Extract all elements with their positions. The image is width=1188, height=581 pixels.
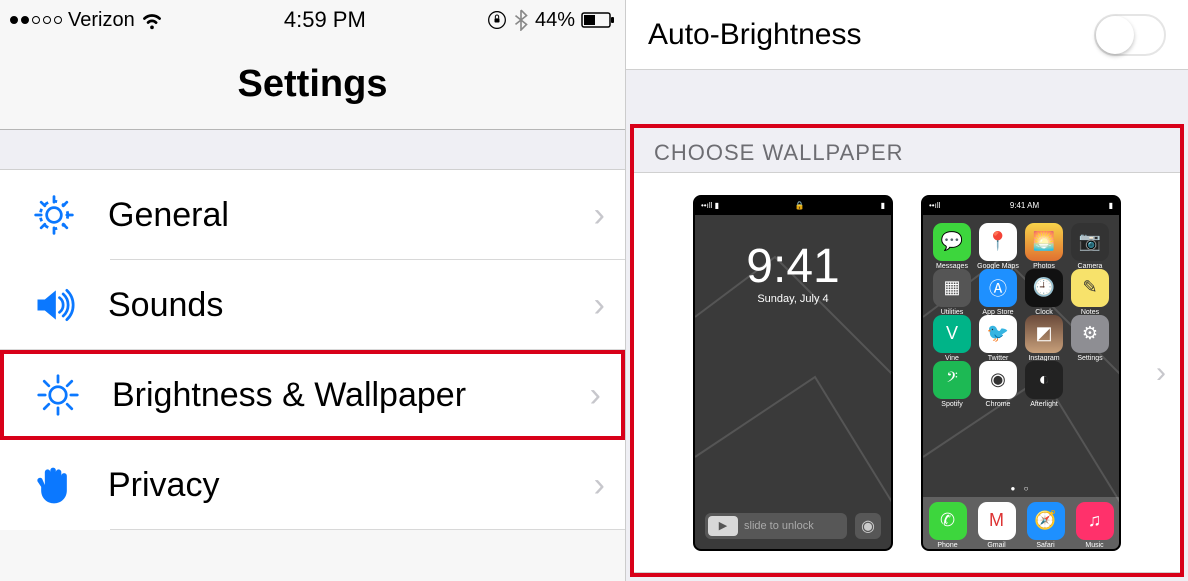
app-vine: VVine: [933, 315, 971, 353]
app-clock: 🕘Clock: [1025, 269, 1063, 307]
row-label: Sounds: [78, 286, 594, 325]
auto-brightness-label: Auto-Brightness: [648, 18, 861, 52]
settings-header: Settings: [0, 40, 625, 130]
lock-icon: 🔒: [795, 201, 805, 210]
bluetooth-icon: [513, 9, 529, 31]
wallpaper-previews[interactable]: ••ıll ▮🔒▮ 9:41 Sunday, July 4 ▶ slide to…: [634, 172, 1180, 573]
app-spotify: 𝄢Spotify: [933, 361, 971, 399]
app-chrome: ◉Chrome: [979, 361, 1017, 399]
chevron-right-icon: ›: [590, 376, 601, 415]
gear-icon: [30, 191, 78, 239]
row-label: Privacy: [78, 466, 594, 505]
app-camera: 📷Camera: [1071, 223, 1109, 261]
row-brightness-wallpaper[interactable]: Brightness & Wallpaper ›: [0, 350, 625, 440]
settings-screen: Verizon 4:59 PM 44% Settings: [0, 0, 626, 581]
signal-dots-icon: [10, 16, 62, 24]
app-safari: 🧭Safari: [1027, 502, 1065, 540]
status-bar: Verizon 4:59 PM 44%: [0, 0, 625, 40]
carrier-label: Verizon: [68, 9, 135, 32]
row-privacy[interactable]: Privacy ›: [0, 440, 625, 530]
lock-screen-preview[interactable]: ••ıll ▮🔒▮ 9:41 Sunday, July 4 ▶ slide to…: [693, 195, 893, 551]
app-google-maps: 📍Google Maps: [979, 223, 1017, 261]
chevron-right-icon: ›: [594, 196, 605, 235]
app-appstore: ⒶApp Store: [979, 269, 1017, 307]
brightness-icon: [34, 371, 82, 419]
chevron-right-icon: ›: [1156, 356, 1166, 390]
row-sounds[interactable]: Sounds ›: [0, 260, 625, 350]
auto-brightness-toggle[interactable]: [1094, 14, 1166, 56]
orientation-lock-icon: [487, 10, 507, 30]
app-afterlight: ◐Afterlight: [1025, 361, 1063, 399]
arrow-right-icon: ▶: [708, 516, 738, 536]
row-label: Brightness & Wallpaper: [82, 376, 590, 415]
battery-percent-label: 44%: [535, 9, 575, 32]
app-messages: 💬Messages: [933, 223, 971, 261]
choose-wallpaper-section: CHOOSE WALLPAPER ••ıll ▮🔒▮ 9:41 Sunday, …: [630, 124, 1184, 577]
lock-clock: 9:41: [695, 243, 891, 291]
brightness-wallpaper-screen: Auto-Brightness CHOOSE WALLPAPER ••ıll ▮…: [626, 0, 1188, 581]
row-general[interactable]: General ›: [0, 170, 625, 260]
app-gmail: MGmail: [978, 502, 1016, 540]
battery-icon: [581, 12, 615, 28]
hand-icon: [30, 461, 78, 509]
row-auto-brightness[interactable]: Auto-Brightness: [626, 0, 1188, 70]
wifi-icon: [141, 9, 163, 31]
section-header: CHOOSE WALLPAPER: [634, 128, 1180, 172]
app-twitter: 🐦Twitter: [979, 315, 1017, 353]
lock-date: Sunday, July 4: [695, 293, 891, 305]
slide-to-unlock: ▶ slide to unlock: [705, 513, 847, 539]
home-screen-preview[interactable]: ••ıll9:41 AM▮ 💬Messages 📍Google Maps 🌅Ph…: [921, 195, 1121, 551]
chevron-right-icon: ›: [594, 466, 605, 505]
app-phone: ✆Phone: [929, 502, 967, 540]
app-notes: ✎Notes: [1071, 269, 1109, 307]
row-label: General: [78, 196, 594, 235]
camera-icon: ◉: [855, 513, 881, 539]
app-music: ♫Music: [1076, 502, 1114, 540]
page-title: Settings: [238, 63, 388, 106]
app-instagram: ◩Instagram: [1025, 315, 1063, 353]
app-settings: ⚙Settings: [1071, 315, 1109, 353]
app-utilities: ▦Utilities: [933, 269, 971, 307]
settings-list: General › Sounds › Brightness & Wallpape…: [0, 170, 625, 530]
page-dots: ● ○: [923, 484, 1119, 493]
speaker-icon: [30, 281, 78, 329]
section-gap: [0, 130, 625, 170]
app-photos: 🌅Photos: [1025, 223, 1063, 261]
clock-label: 4:59 PM: [284, 7, 366, 33]
chevron-right-icon: ›: [594, 286, 605, 325]
